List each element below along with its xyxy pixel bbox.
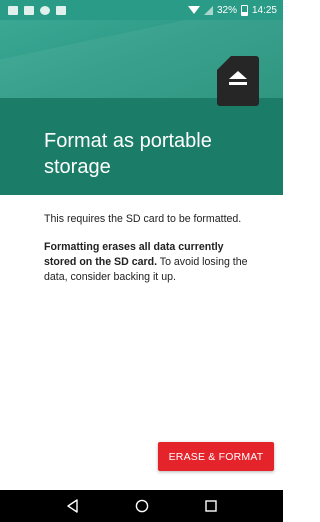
battery-percent: 32% [216, 4, 237, 16]
system-status: 32% 14:25 [187, 4, 277, 16]
home-icon[interactable] [130, 494, 154, 518]
intro-text: This requires the SD card to be formatte… [44, 213, 242, 225]
notification-icons [8, 5, 66, 15]
erase-format-button[interactable]: ERASE & FORMAT [158, 442, 274, 471]
clock: 14:25 [251, 4, 277, 16]
notification-icon [8, 5, 18, 15]
wifi-icon [187, 6, 200, 14]
status-bar: 32% 14:25 [0, 0, 283, 20]
warning-text: Formatting erases all data currently sto… [44, 240, 258, 285]
navigation-bar [0, 490, 283, 522]
recents-icon[interactable] [199, 494, 223, 518]
back-icon[interactable] [61, 494, 85, 518]
notification-icon [24, 5, 34, 15]
signal-icon [203, 5, 213, 15]
battery-icon [240, 4, 248, 16]
eject-icon [229, 71, 247, 87]
delete-icon [56, 5, 66, 15]
chat-bubble-icon [40, 5, 50, 15]
description: This requires the SD card to be formatte… [44, 212, 258, 285]
page-title: Format as portable storage [44, 130, 212, 178]
